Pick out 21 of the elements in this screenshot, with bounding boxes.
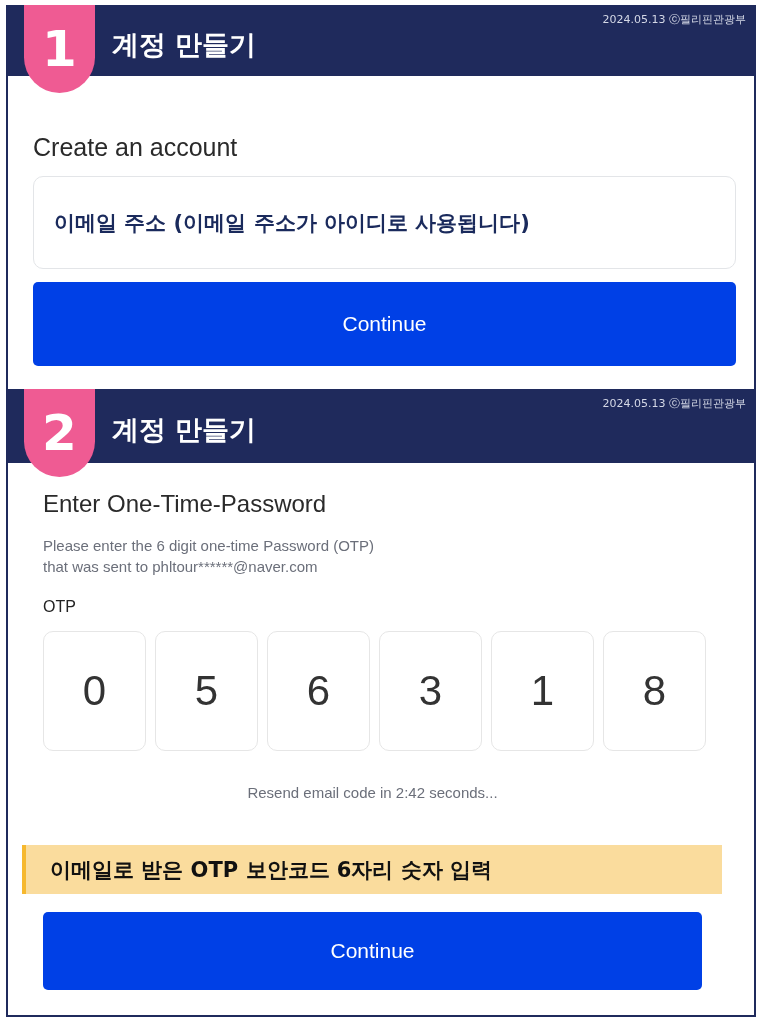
note-banner: 이메일로 받은 OTP 보안코드 6자리 숫자 입력: [22, 845, 722, 895]
otp-digit-field[interactable]: 3: [379, 631, 482, 751]
otp-digit-field[interactable]: 1: [491, 631, 594, 751]
form-heading: Enter One-Time-Password: [43, 489, 328, 519]
step-number-badge: 2: [24, 389, 95, 477]
continue-button[interactable]: Continue: [43, 912, 702, 990]
credit-text: 2024.05.13 ⓒ필리핀관광부: [602, 12, 746, 27]
step-number-badge: 1: [24, 5, 95, 93]
continue-button[interactable]: Continue: [33, 282, 736, 366]
section-title: 계정 만들기: [112, 27, 257, 62]
otp-label: OTP: [43, 597, 77, 617]
form-heading: Create an account: [33, 132, 239, 162]
otp-digit-field[interactable]: 5: [155, 631, 258, 751]
instruction-text: Please enter the 6 digit one-time Password (OTP) that was sent to phltour******@naver.com: [43, 536, 375, 577]
credit-text: 2024.05.13 ⓒ필리핀관광부: [602, 396, 746, 411]
otp-digit-field[interactable]: 0: [43, 631, 146, 751]
email-field[interactable]: 이메일 주소 (이메일 주소가 아이디로 사용됩니다): [33, 176, 736, 269]
resend-timer-text: Resend email code in 2:42 seconds...: [246, 783, 499, 803]
otp-digit-field[interactable]: 8: [603, 631, 706, 751]
otp-digit-field[interactable]: 6: [267, 631, 370, 751]
section-title: 계정 만들기: [112, 413, 257, 447]
